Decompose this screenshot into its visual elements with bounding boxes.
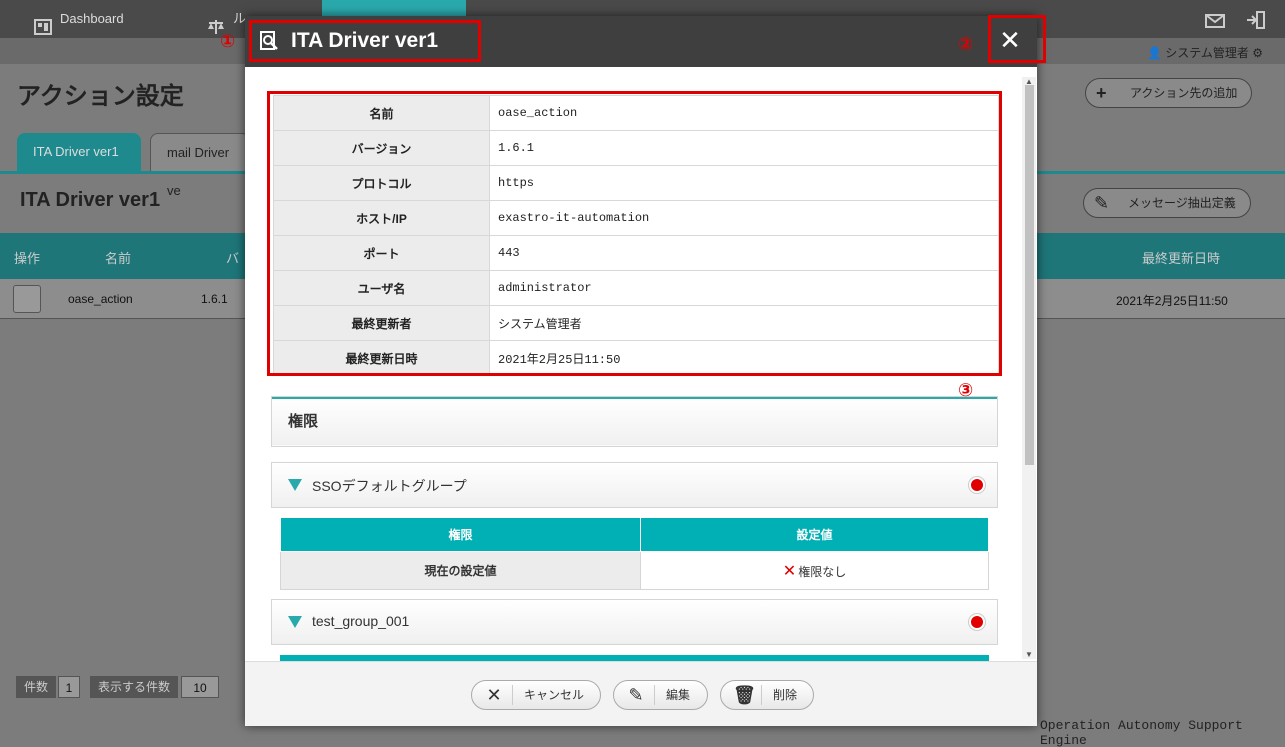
add-action-label: アクション先の追加 xyxy=(1130,86,1238,100)
user-icon: 👤 xyxy=(1146,46,1162,60)
col-version[interactable]: バ xyxy=(226,248,239,267)
scroll-down-icon[interactable]: ▼ xyxy=(1025,650,1033,659)
annotation-label-1: ① xyxy=(220,31,236,51)
edit-button[interactable]: ✎ 編集 xyxy=(613,680,708,710)
edit-icon: ✎ xyxy=(1094,193,1110,213)
scroll-thumb[interactable] xyxy=(1025,85,1034,465)
tab-mail-driver[interactable]: mail Driver ve xyxy=(150,133,250,198)
count-label: 件数 xyxy=(16,676,57,698)
close-icon: ✕ xyxy=(486,685,502,705)
plus-icon: + xyxy=(1096,83,1107,103)
per-page-select[interactable]: 10 xyxy=(181,676,219,698)
col-operation: 操作 xyxy=(14,251,41,266)
annotation-box-title xyxy=(249,20,481,62)
button-divider xyxy=(761,685,762,705)
button-divider xyxy=(654,685,655,705)
permission-title: 権限 xyxy=(272,397,997,445)
add-action-button[interactable]: + アクション先の追加 xyxy=(1085,78,1253,108)
footer-brand: Operation Autonomy Support Engine xyxy=(1040,718,1243,747)
delete-label: 削除 xyxy=(773,688,798,702)
row-updated: 2021年2月25日11:50 xyxy=(1116,294,1228,308)
cancel-button[interactable]: ✕ キャンセル xyxy=(471,680,601,710)
modal-scrollbar[interactable]: ▲ ▼ xyxy=(1022,77,1036,659)
annotation-box-details xyxy=(267,91,1002,376)
modal-footer: ✕ キャンセル ✎ 編集 🗑 削除 xyxy=(245,661,1037,726)
user-name: システム管理者 xyxy=(1165,46,1249,60)
col-name[interactable]: 名前 xyxy=(105,248,131,267)
current-setting-label: 現在の設定値 xyxy=(280,551,641,590)
message-extract-label: メッセージ抽出定義 xyxy=(1128,196,1236,210)
tab-ita-driver[interactable]: ITA Driver ver1 xyxy=(17,133,141,173)
mail-icon[interactable] xyxy=(1205,0,1225,38)
permission-table: 権限 設定値 現在の設定値 ✕ 権限なし xyxy=(280,517,989,590)
nav-dashboard[interactable]: Dashboard xyxy=(34,0,124,38)
current-setting-text: 権限なし xyxy=(798,564,847,579)
user-menu[interactable]: 👤 システム管理者 ⚙ xyxy=(1147,44,1263,61)
logout-icon[interactable] xyxy=(1246,0,1266,38)
col-setting: 設定値 xyxy=(640,517,989,552)
row-version: 1.6.1 xyxy=(201,292,228,306)
delete-button[interactable]: 🗑 削除 xyxy=(720,680,814,710)
nav-dashboard-label: Dashboard xyxy=(60,11,124,26)
count-value: 1 xyxy=(58,676,80,698)
gear-icon[interactable]: ⚙ xyxy=(1252,46,1263,60)
permission-panel: 権限 xyxy=(271,396,998,447)
group-header-test[interactable]: test_group_001 xyxy=(271,599,998,645)
page-title: アクション設定 xyxy=(17,83,184,110)
permission-row: 現在の設定値 ✕ 権限なし xyxy=(280,551,989,590)
x-mark-icon: ✕ xyxy=(782,562,797,580)
permission-table-header: 権限 設定値 xyxy=(280,517,989,552)
edit-label: 編集 xyxy=(666,688,691,702)
trash-icon: 🗑 xyxy=(733,685,756,705)
group-name: SSOデフォルトグループ xyxy=(312,478,467,494)
annotation-label-2: ② xyxy=(958,34,974,54)
edit-icon: ✎ xyxy=(628,685,644,705)
current-setting-value: ✕ 権限なし xyxy=(640,551,989,590)
section-title: ITA Driver ver1 xyxy=(20,189,161,211)
row-name: oase_action xyxy=(68,292,133,306)
triangle-down-icon xyxy=(288,616,302,628)
scale-icon xyxy=(207,12,225,34)
col-updated[interactable]: 最終更新日時 xyxy=(1142,248,1220,267)
per-page-label: 表示する件数 xyxy=(90,676,179,698)
triangle-down-icon xyxy=(288,479,302,491)
group-header-sso[interactable]: SSOデフォルトグループ xyxy=(271,462,998,508)
message-extract-button[interactable]: ✎ メッセージ抽出定義 xyxy=(1083,188,1251,218)
status-dot-icon xyxy=(969,614,985,630)
view-detail-button[interactable] xyxy=(13,285,41,313)
status-dot-icon xyxy=(969,477,985,493)
cancel-label: キャンセル xyxy=(524,688,585,702)
dashboard-icon xyxy=(34,12,52,35)
group-name: test_group_001 xyxy=(312,613,410,629)
annotation-box-close xyxy=(988,15,1046,63)
col-permission: 権限 xyxy=(280,517,641,552)
annotation-label-3: ③ xyxy=(958,380,974,400)
button-divider xyxy=(512,685,513,705)
